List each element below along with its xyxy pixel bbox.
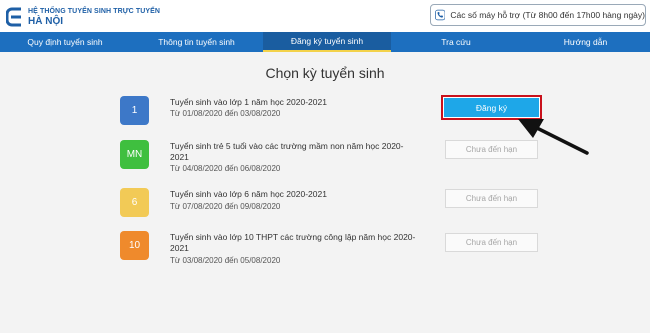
not-yet-due-button: Chưa đến hạn xyxy=(445,189,538,208)
not-yet-due-button: Chưa đến hạn xyxy=(445,140,538,159)
nav-item-guide[interactable]: Hướng dẫn xyxy=(521,32,650,52)
period-title: Tuyển sinh vào lớp 6 năm học 2020-2021 xyxy=(170,189,327,199)
period-badge: 1 xyxy=(120,96,149,125)
site-logo[interactable]: HỆ THỐNG TUYỂN SINH TRỰC TUYẾN HÀ NỘI xyxy=(6,4,160,30)
period-title: Tuyển sinh vào lớp 1 năm học 2020-2021 xyxy=(170,97,327,107)
period-date: Từ 01/08/2020 đến 03/08/2020 xyxy=(170,109,281,118)
period-date: Từ 07/08/2020 đến 09/08/2020 xyxy=(170,202,281,211)
nav-item-admission-register[interactable]: Đăng ký tuyển sinh xyxy=(263,32,391,52)
period-badge: 10 xyxy=(120,231,149,260)
logo-icon xyxy=(6,7,21,27)
period-date: Từ 03/08/2020 đến 05/08/2020 xyxy=(170,256,281,265)
not-yet-due-button: Chưa đến hạn xyxy=(445,233,538,252)
hotline-box[interactable]: Các số máy hỗ trợ (Từ 8h00 đến 17h00 hàn… xyxy=(430,4,646,26)
period-date: Từ 04/08/2020 đến 06/08/2020 xyxy=(170,164,281,173)
main-content: Chọn kỳ tuyển sinh 1 Tuyển sinh vào lớp … xyxy=(0,52,650,333)
phone-icon xyxy=(435,9,446,21)
top-bar: HỆ THỐNG TUYỂN SINH TRỰC TUYẾN HÀ NỘI Cá… xyxy=(0,0,650,32)
logo-city: HÀ NỘI xyxy=(28,15,63,27)
logo-title: HỆ THỐNG TUYỂN SINH TRỰC TUYẾN xyxy=(28,7,161,15)
nav-item-admission-rules[interactable]: Quy định tuyển sinh xyxy=(0,32,130,52)
period-title: Tuyển sinh trẻ 5 tuổi vào các trường mầm… xyxy=(170,141,404,162)
register-button[interactable]: Đăng ký xyxy=(444,98,539,117)
hotline-text: Các số máy hỗ trợ (Từ 8h00 đến 17h00 hàn… xyxy=(450,10,645,20)
nav-item-admission-info[interactable]: Thông tin tuyển sinh xyxy=(130,32,263,52)
nav-item-lookup[interactable]: Tra cứu xyxy=(391,32,521,52)
page-title: Chọn kỳ tuyển sinh xyxy=(265,65,385,81)
period-title: Tuyển sinh vào lớp 10 THPT các trường cô… xyxy=(170,232,416,253)
period-badge: MN xyxy=(120,140,149,169)
register-button-highlight: Đăng ký xyxy=(441,95,542,120)
main-navbar: Quy định tuyển sinh Thông tin tuyển sinh… xyxy=(0,32,650,52)
period-badge: 6 xyxy=(120,188,149,217)
